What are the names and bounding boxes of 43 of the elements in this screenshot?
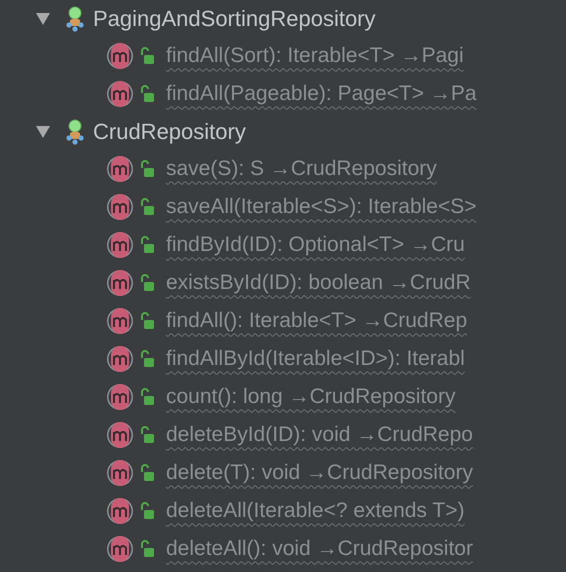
method-signature[interactable]: saveAll(Iterable<S>): Iterable<S> bbox=[166, 191, 477, 223]
method-icon bbox=[106, 383, 134, 411]
interface-name[interactable]: PagingAndSortingRepository bbox=[93, 2, 376, 35]
method-icon bbox=[106, 193, 134, 221]
method-signature[interactable]: findAll(Sort): Iterable<T> →Pagi bbox=[166, 40, 464, 72]
method-icon bbox=[106, 535, 134, 563]
method-signature[interactable]: findAll(): Iterable<T> →CrudRep bbox=[166, 305, 468, 337]
open-padlock-icon bbox=[140, 47, 154, 65]
interface-name[interactable]: CrudRepository bbox=[93, 115, 246, 148]
open-padlock-icon bbox=[140, 540, 154, 558]
method-signature[interactable]: findAll(Pageable): Page<T> →Pa bbox=[166, 78, 477, 110]
method-signature[interactable]: deleteById(ID): void →CrudRepo bbox=[166, 419, 473, 451]
method-signature[interactable]: deleteAll(Iterable<? extends T>) bbox=[166, 495, 464, 527]
open-padlock-icon bbox=[140, 350, 154, 368]
method-icon bbox=[106, 269, 134, 297]
method-icon bbox=[106, 42, 134, 70]
method-signature[interactable]: delete(T): void →CrudRepository bbox=[166, 457, 473, 489]
open-padlock-icon bbox=[140, 236, 154, 254]
interface-icon bbox=[65, 118, 85, 144]
open-padlock-icon bbox=[140, 85, 154, 103]
open-padlock-icon bbox=[140, 502, 154, 520]
open-padlock-icon bbox=[140, 464, 154, 482]
method-icon bbox=[106, 80, 134, 108]
interface-icon bbox=[65, 6, 85, 32]
open-padlock-icon bbox=[140, 198, 154, 216]
method-signature[interactable]: save(S): S →CrudRepository bbox=[166, 153, 437, 185]
open-padlock-icon bbox=[140, 388, 154, 406]
method-icon bbox=[106, 459, 134, 487]
method-icon bbox=[106, 345, 134, 373]
method-icon bbox=[106, 155, 134, 183]
method-signature[interactable]: deleteAll(): void →CrudRepositor bbox=[166, 533, 473, 565]
method-signature[interactable]: count(): long →CrudRepository bbox=[166, 381, 456, 413]
open-padlock-icon bbox=[140, 160, 154, 178]
open-padlock-icon bbox=[140, 426, 154, 444]
method-signature[interactable]: existsById(ID): boolean →CrudR bbox=[166, 267, 471, 299]
method-icon bbox=[106, 497, 134, 525]
open-padlock-icon bbox=[140, 312, 154, 330]
method-icon bbox=[106, 421, 134, 449]
method-signature[interactable]: findAllById(Iterable<ID>): Iterabl bbox=[166, 343, 465, 375]
open-padlock-icon bbox=[140, 274, 154, 292]
method-icon bbox=[106, 307, 134, 335]
method-signature[interactable]: findById(ID): Optional<T> →Cru bbox=[166, 229, 465, 261]
method-icon bbox=[106, 231, 134, 259]
